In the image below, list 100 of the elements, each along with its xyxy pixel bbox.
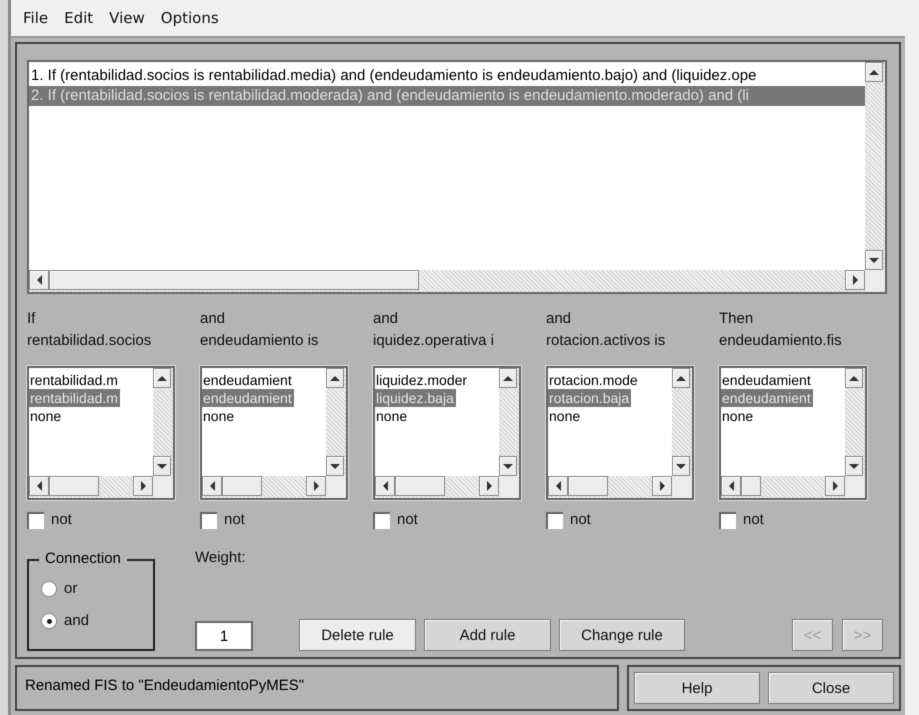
up-arrow-icon [157,376,167,380]
term-listbox[interactable]: rotacion.mode rotacion.baja none [546,366,694,500]
scroll-thumb[interactable] [741,476,761,496]
checkbox-label: not [224,510,245,530]
scroll-right-button[interactable] [306,476,326,496]
horizontal-scrollbar[interactable] [548,476,672,498]
right-arrow-icon [140,481,146,491]
status-message: Renamed FIS to "EndeudamientoPyMES" [15,665,619,711]
footer-button[interactable]: Close [768,672,894,704]
term-item[interactable]: rotacion.baja [548,389,632,407]
scrollbar-corner [865,270,885,292]
weight-field[interactable]: 1 [195,621,253,651]
variable-label: rotacion.activos is [546,331,666,351]
scroll-right-button[interactable] [825,476,845,496]
scroll-left-button[interactable] [29,476,49,496]
scroll-up-button[interactable] [153,368,171,388]
scroll-up-button[interactable] [672,368,690,388]
scroll-left-button[interactable] [29,270,49,290]
down-arrow-icon [849,464,859,468]
variable-label: endeudamiento is [200,331,320,351]
down-arrow-icon [330,464,340,468]
variable-label: rentabilidad.socios [27,331,152,351]
scroll-down-button[interactable] [865,250,883,270]
term-item[interactable]: endeudamient [721,389,813,407]
scroll-up-button[interactable] [326,368,344,388]
horizontal-scrollbar[interactable] [375,476,499,498]
term-listbox[interactable]: endeudamient endeudamient none [200,366,348,500]
checkbox-label: not [51,510,72,530]
scroll-up-button[interactable] [845,368,863,388]
term-listbox[interactable]: rentabilidad.m rentabilidad.m none [27,366,175,500]
vertical-scrollbar[interactable] [326,368,346,476]
right-arrow-icon [852,275,858,285]
scroll-down-button[interactable] [153,456,171,476]
scroll-thumb[interactable] [395,476,445,496]
not-checkbox[interactable] [546,512,563,528]
horizontal-scrollbar[interactable] [29,270,865,292]
scroll-up-button[interactable] [499,368,517,388]
scroll-down-button[interactable] [845,456,863,476]
connector-label: Then [719,309,754,329]
scrollbar-corner [153,476,173,498]
scrollbar-corner [672,476,692,498]
scroll-right-button[interactable] [652,476,672,496]
term-listbox[interactable]: liquidez.moder liquidez.baja none [373,366,521,500]
not-checkbox[interactable] [200,512,217,528]
scroll-up-button[interactable] [865,62,883,82]
variable-label: iquidez.operativa i [373,331,495,351]
scroll-left-button[interactable] [548,476,568,496]
vertical-scrollbar[interactable] [153,368,173,476]
scroll-left-button[interactable] [202,476,222,496]
scroll-down-button[interactable] [326,456,344,476]
down-arrow-icon [869,258,879,262]
left-arrow-icon [382,481,388,491]
radio-label: or [64,579,78,599]
scroll-down-button[interactable] [499,456,517,476]
scroll-down-button[interactable] [672,456,690,476]
connector-label: and [546,309,572,329]
scroll-thumb[interactable] [49,270,419,290]
menu-item[interactable]: Options [160,9,219,27]
radio-button[interactable] [41,581,57,597]
left-arrow-icon [556,481,560,491]
menu-item[interactable]: Edit [64,9,94,27]
horizontal-scrollbar[interactable] [29,476,153,498]
not-checkbox[interactable] [27,512,44,528]
horizontal-scrollbar[interactable] [202,476,326,498]
up-arrow-icon [849,376,859,380]
radio-button[interactable] [41,613,57,629]
action-button[interactable]: Delete rule [299,619,416,651]
term-item[interactable]: liquidez.baja [375,389,456,407]
checkbox-label: not [570,510,591,530]
scroll-right-button[interactable] [845,270,865,290]
scroll-left-button[interactable] [721,476,741,496]
vertical-scrollbar[interactable] [499,368,519,476]
action-button[interactable]: Change rule [559,619,685,651]
menu-item[interactable]: File [23,9,48,27]
down-arrow-icon [157,464,167,468]
menu-item[interactable]: View [109,9,145,27]
footer-button[interactable]: Help [634,672,760,704]
scroll-thumb[interactable] [222,476,262,496]
down-arrow-icon [676,464,686,468]
vertical-scrollbar[interactable] [672,368,692,476]
term-item[interactable]: rentabilidad.m [29,389,120,407]
action-button[interactable]: Add rule [424,619,551,651]
scroll-right-button[interactable] [133,476,153,496]
scroll-thumb[interactable] [568,476,608,496]
scroll-left-button[interactable] [375,476,395,496]
not-checkbox[interactable] [373,512,390,528]
variable-label: endeudamiento.fis [719,331,843,351]
horizontal-scrollbar[interactable] [721,476,845,498]
vertical-scrollbar[interactable] [865,62,885,270]
scroll-right-button[interactable] [479,476,499,496]
term-listbox[interactable]: endeudamient endeudamient none [719,366,867,500]
not-checkbox[interactable] [719,512,736,528]
scrollbar-corner [845,476,865,498]
scrollbar-corner [499,476,519,498]
connector-label: and [373,309,400,329]
vertical-scrollbar[interactable] [845,368,865,476]
rule-list[interactable] [27,60,887,294]
right-arrow-icon [486,481,492,491]
scroll-thumb[interactable] [49,476,99,496]
term-item[interactable]: endeudamient [202,389,294,407]
